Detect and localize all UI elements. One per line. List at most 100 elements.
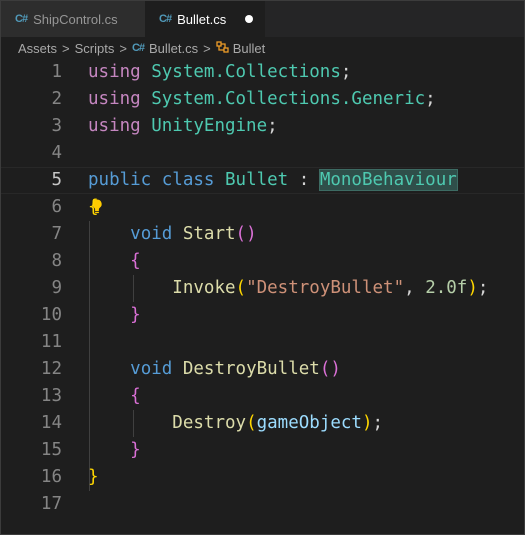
code-token: ; <box>477 278 489 298</box>
code-token: : <box>288 170 320 190</box>
unsaved-dot-icon[interactable] <box>245 15 253 23</box>
breadcrumb-item-scripts[interactable]: Scripts <box>75 41 115 56</box>
code-line[interactable]: 3 using UnityEngine; <box>1 113 524 140</box>
line-number: 9 <box>51 278 62 298</box>
code-line[interactable]: 14 Destroy(gameObject); <box>1 410 524 437</box>
class-symbol-icon <box>216 40 229 56</box>
code-token: void <box>130 224 173 244</box>
code-line[interactable]: 7 void Start() <box>1 221 524 248</box>
code-line[interactable]: 8 { <box>1 248 524 275</box>
code-text: { <box>88 383 141 410</box>
code-text: using UnityEngine; <box>88 113 278 140</box>
code-line[interactable]: 6{ <box>1 194 524 221</box>
tab-bullet[interactable]: C# Bullet.cs <box>145 1 265 37</box>
code-text: void DestroyBullet() <box>88 356 341 383</box>
code-editor[interactable]: 1 using System.Collections; 2 using System.… <box>1 59 524 534</box>
code-text: } <box>88 437 141 464</box>
code-line[interactable]: 9 Invoke("DestroyBullet", 2.0f); <box>1 275 524 302</box>
line-number: 17 <box>40 494 62 514</box>
line-number: 3 <box>51 116 62 136</box>
breadcrumb-item-assets[interactable]: Assets <box>18 41 57 56</box>
code-line[interactable]: 17 <box>1 491 524 518</box>
code-text: { <box>88 248 141 275</box>
code-text: Invoke("DestroyBullet", 2.0f); <box>88 275 488 302</box>
line-number: 5 <box>51 170 62 190</box>
code-token: 2.0f <box>425 278 468 298</box>
code-token: ) <box>467 278 478 298</box>
breadcrumb-item-class[interactable]: Bullet <box>233 41 266 56</box>
code-token: class <box>161 170 215 190</box>
code-token: ( <box>246 413 257 433</box>
code-line[interactable]: 5 public class Bullet : MonoBehaviour <box>1 167 524 194</box>
code-token: using <box>88 62 141 82</box>
code-line[interactable]: 10 } <box>1 302 524 329</box>
code-token: ; <box>372 413 384 433</box>
code-token: ; <box>267 116 278 136</box>
line-number: 1 <box>51 62 62 82</box>
code-token: public <box>88 170 152 190</box>
code-token: UnityEngine <box>151 116 268 136</box>
chevron-right-icon: > <box>62 40 70 56</box>
code-token: ; <box>425 89 436 109</box>
line-number: 11 <box>40 332 62 352</box>
code-token: void <box>130 359 173 379</box>
code-token: } <box>130 440 141 460</box>
code-token: () <box>319 359 341 379</box>
code-token: Invoke <box>172 278 236 298</box>
code-token: , <box>404 278 426 298</box>
code-token: System.Collections.Generic <box>151 89 426 109</box>
code-text: void Start() <box>88 221 257 248</box>
line-number: 7 <box>51 224 62 244</box>
code-text: using System.Collections.Generic; <box>88 86 436 113</box>
code-token: Destroy <box>172 413 247 433</box>
tab-label: ShipControl.cs <box>33 11 118 27</box>
code-token: DestroyBullet <box>182 359 320 379</box>
code-line[interactable]: 11 <box>1 329 524 356</box>
chevron-right-icon: > <box>119 40 127 56</box>
code-line[interactable]: 12 void DestroyBullet() <box>1 356 524 383</box>
code-token: System.Collections <box>151 62 341 82</box>
code-text: { <box>88 194 99 221</box>
code-line[interactable]: 13 { <box>1 383 524 410</box>
code-line[interactable]: 1 using System.Collections; <box>1 59 524 86</box>
code-token: () <box>235 224 257 244</box>
code-text: public class Bullet : MonoBehaviour <box>88 167 458 194</box>
code-token: using <box>88 116 141 136</box>
code-line[interactable]: 15 } <box>1 437 524 464</box>
editor-window: C# ShipControl.cs C# Bullet.cs Assets > … <box>0 0 525 535</box>
tab-shipcontrol[interactable]: C# ShipControl.cs <box>1 1 145 37</box>
breadcrumb-item-file[interactable]: Bullet.cs <box>149 41 198 56</box>
code-token: } <box>130 305 141 325</box>
code-token: ; <box>340 62 352 82</box>
line-number: 15 <box>40 440 62 460</box>
csharp-file-icon: C# <box>15 13 28 25</box>
code-token: } <box>88 467 99 487</box>
tab-label: Bullet.cs <box>177 11 227 27</box>
code-line[interactable]: 4 <box>1 140 524 167</box>
code-token: using <box>88 89 141 109</box>
csharp-file-icon: C# <box>159 13 172 25</box>
code-text: } <box>88 302 141 329</box>
code-text: } <box>88 464 99 491</box>
code-token: ) <box>361 413 373 433</box>
line-number: 13 <box>40 386 62 406</box>
chevron-right-icon: > <box>203 40 211 56</box>
code-token: ( <box>235 278 247 298</box>
code-line[interactable]: 16} <box>1 464 524 491</box>
code-line[interactable]: 2 using System.Collections.Generic; <box>1 86 524 113</box>
line-number: 8 <box>51 251 62 271</box>
